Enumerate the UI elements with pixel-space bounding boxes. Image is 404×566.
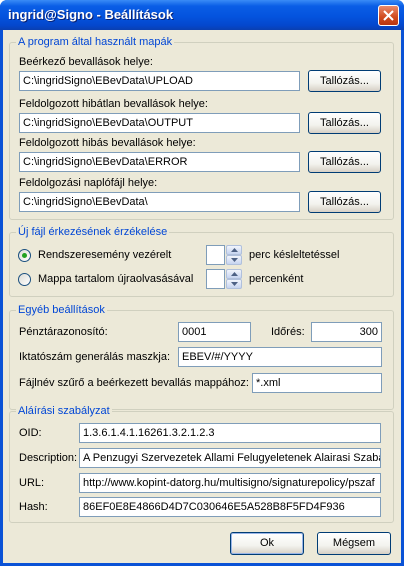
timeout-label: Időrés: <box>271 326 305 338</box>
processed-ok-path-field[interactable]: C:\ingridSigno\EBevData\OUTPUT <box>19 113 300 133</box>
signature-policy-legend: Aláírási szabályzat <box>16 405 112 418</box>
file-filter-label: Fájlnév szűrő a beérkezett bevallás mapp… <box>19 377 249 389</box>
description-label: Description: <box>19 452 78 464</box>
radio-selected-dot <box>22 253 27 258</box>
rescan-interval-field[interactable] <box>206 269 225 289</box>
event-delay-spinner[interactable] <box>226 245 242 265</box>
title-bar[interactable]: ingrid@Signo - Beállítások <box>0 0 404 30</box>
logfile-path-field[interactable]: C:\ingridSigno\EBevData\ <box>19 192 300 212</box>
close-button[interactable] <box>378 5 399 26</box>
detection-group: Új fájl érkezésének érzékelése Rendszere… <box>9 226 394 297</box>
logfile-label: Feldolgozási naplófájl helye: <box>19 177 158 189</box>
incoming-browse-button[interactable]: Tallózás... <box>308 70 381 92</box>
folders-group: A program által használt mapák Beérkező … <box>9 36 394 220</box>
hash-field[interactable]: 86EF0E8E4866D4D7C030646E5A528B8F5FD4F936 <box>79 497 381 517</box>
oid-label: OID: <box>19 427 42 439</box>
processed-ok-label: Feldolgozott hibátlan bevallások helye: <box>19 98 208 110</box>
event-delay-field[interactable] <box>206 245 225 265</box>
dialog-body: A program által használt mapák Beérkező … <box>3 30 401 563</box>
processed-err-label: Feldolgozott hibás bevallások helye: <box>19 137 196 149</box>
detection-legend: Új fájl érkezésének érzékelése <box>16 226 170 239</box>
file-filter-field[interactable]: *.xml <box>252 373 382 393</box>
event-delay-unit: perc késleltetéssel <box>249 249 340 261</box>
signature-policy-group: Aláírási szabályzat OID: 1.3.6.1.4.1.162… <box>9 405 394 523</box>
cashier-id-label: Pénztárazonosító: <box>19 326 108 338</box>
ok-button[interactable]: Ok <box>230 532 304 555</box>
other-settings-group: Egyéb beállítások Pénztárazonosító: 0001… <box>9 304 394 410</box>
window-title: ingrid@Signo - Beállítások <box>8 7 174 22</box>
rescan-interval-spinner[interactable] <box>226 269 242 289</box>
hash-label: Hash: <box>19 501 48 513</box>
filing-mask-field[interactable]: EBEV/#/YYYY <box>178 347 382 367</box>
folders-legend: A program által használt mapák <box>16 36 175 49</box>
event-driven-label[interactable]: Rendszeresemény vezérelt <box>38 249 171 262</box>
arrow-up-icon <box>231 248 238 252</box>
arrow-down-icon <box>231 282 238 286</box>
cancel-button[interactable]: Mégsem <box>317 532 391 555</box>
spin-down-button[interactable] <box>226 279 242 289</box>
spin-up-button[interactable] <box>226 269 242 279</box>
cashier-id-field[interactable]: 0001 <box>178 322 251 342</box>
timeout-field[interactable]: 300 <box>311 322 382 342</box>
arrow-down-icon <box>231 258 238 262</box>
other-settings-legend: Egyéb beállítások <box>16 304 107 317</box>
logfile-browse-button[interactable]: Tallózás... <box>308 191 381 213</box>
url-label: URL: <box>19 477 45 489</box>
incoming-label: Beérkező bevallások helye: <box>19 56 153 68</box>
spin-down-button[interactable] <box>226 255 242 265</box>
arrow-up-icon <box>231 272 238 276</box>
processed-err-path-field[interactable]: C:\ingridSigno\EBevData\ERROR <box>19 152 300 172</box>
filing-mask-label: Iktatószám generálás maszkja: <box>19 351 171 363</box>
processed-err-browse-button[interactable]: Tallózás... <box>308 151 381 173</box>
settings-window: ingrid@Signo - Beállítások A program ált… <box>0 0 404 566</box>
event-driven-radio[interactable] <box>18 249 31 262</box>
oid-field[interactable]: 1.3.6.1.4.1.16261.3.2.1.2.3 <box>79 423 381 443</box>
rescan-label[interactable]: Mappa tartalom újraolvasásával <box>38 273 193 286</box>
rescan-interval-unit: percenként <box>249 273 304 285</box>
processed-ok-browse-button[interactable]: Tallózás... <box>308 112 381 134</box>
description-field[interactable]: A Penzugyi Szervezetek Allami Felugyelet… <box>79 448 381 468</box>
incoming-path-field[interactable]: C:\ingridSigno\EBevData\UPLOAD <box>19 71 300 91</box>
spin-up-button[interactable] <box>226 245 242 255</box>
rescan-radio[interactable] <box>18 273 31 286</box>
close-icon <box>383 10 394 21</box>
url-field[interactable]: http://www.kopint-datorg.hu/multisigno/s… <box>79 473 381 493</box>
